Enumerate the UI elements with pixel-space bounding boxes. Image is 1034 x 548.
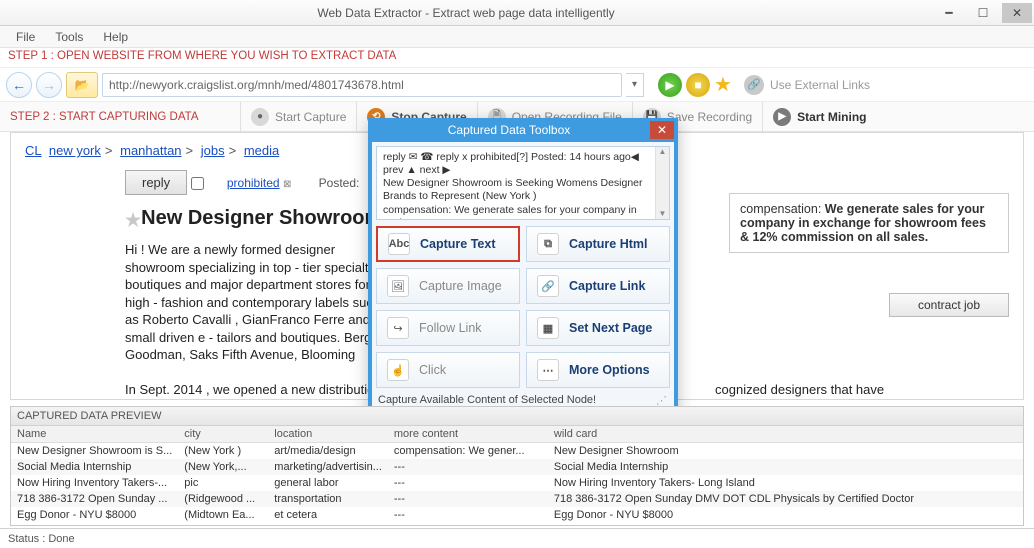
menubar: File Tools Help: [0, 26, 1034, 48]
table-row[interactable]: 718 386-3172 Open Sunday ...(Ridgewood .…: [11, 491, 1023, 507]
start-capture-button[interactable]: ●Start Capture: [240, 102, 356, 132]
click-icon: ☝: [387, 359, 409, 381]
url-input[interactable]: http://newyork.craigslist.org/mnh/med/48…: [102, 73, 622, 97]
minimize-button[interactable]: ━: [934, 3, 964, 23]
menu-file[interactable]: File: [6, 28, 45, 46]
stop-button[interactable]: ■: [686, 73, 710, 97]
preview-header: CAPTURED DATA PREVIEW: [11, 407, 1023, 426]
link-icon: 🔗: [537, 275, 559, 297]
text-icon: Abc: [388, 233, 410, 255]
col-wildcard[interactable]: wild card: [548, 426, 1023, 443]
captured-data-toolbox[interactable]: Captured Data Toolbox ✕ reply ✉ ☎ reply …: [368, 118, 678, 417]
reply-button[interactable]: reply: [125, 170, 187, 195]
capture-text-button[interactable]: AbcCapture Text: [376, 226, 520, 262]
image-icon: 🖼: [387, 275, 409, 297]
back-button[interactable]: ←: [6, 72, 32, 98]
follow-icon: ↪: [387, 317, 409, 339]
external-links-toggle[interactable]: 🔗 Use External Links: [736, 75, 878, 95]
bc-newyork[interactable]: new york: [49, 143, 101, 158]
prohibited-checkbox[interactable]: [191, 177, 204, 190]
open-folder-button[interactable]: 📂: [66, 72, 98, 98]
compensation-box: compensation: We generate sales for your…: [729, 193, 1009, 253]
follow-link-button[interactable]: ↪Follow Link: [376, 310, 520, 346]
capture-image-button[interactable]: 🖼Capture Image: [376, 268, 520, 304]
toolbox-header[interactable]: Captured Data Toolbox ✕: [368, 118, 678, 142]
toolbox-title: Captured Data Toolbox: [368, 123, 650, 137]
favorite-icon[interactable]: ★: [714, 72, 732, 97]
capture-html-button[interactable]: ⧉Capture Html: [526, 226, 670, 262]
bc-cl[interactable]: CL: [25, 143, 42, 158]
forward-button[interactable]: →: [36, 72, 62, 98]
maximize-button[interactable]: ☐: [968, 3, 998, 23]
bc-jobs[interactable]: jobs: [201, 143, 225, 158]
url-dropdown[interactable]: ▾: [626, 73, 644, 97]
col-name[interactable]: Name: [11, 426, 178, 443]
more-options-button[interactable]: ⋯More Options: [526, 352, 670, 388]
record-icon: ●: [251, 108, 269, 126]
set-next-page-button[interactable]: ▦Set Next Page: [526, 310, 670, 346]
toolbox-close-button[interactable]: ✕: [650, 121, 674, 139]
link-icon: 🔗: [744, 75, 764, 95]
external-links-label: Use External Links: [770, 78, 870, 92]
step1-label: STEP 1 : OPEN WEBSITE FROM WHERE YOU WIS…: [0, 48, 1034, 68]
col-location[interactable]: location: [268, 426, 388, 443]
captured-data-preview: CAPTURED DATA PREVIEW Name city location…: [10, 406, 1024, 526]
table-row[interactable]: Social Media Internship(New York,...mark…: [11, 459, 1023, 475]
start-mining-button[interactable]: ▶Start Mining: [762, 102, 876, 132]
mining-icon: ▶: [773, 108, 791, 126]
star-icon[interactable]: ★: [125, 210, 141, 230]
html-icon: ⧉: [537, 233, 559, 255]
bc-manhattan[interactable]: manhattan: [120, 143, 181, 158]
step2-label: STEP 2 : START CAPTURING DATA: [0, 111, 240, 123]
titlebar: Web Data Extractor - Extract web page da…: [0, 0, 1034, 26]
col-city[interactable]: city: [178, 426, 268, 443]
capture-link-button[interactable]: 🔗Capture Link: [526, 268, 670, 304]
menu-help[interactable]: Help: [93, 28, 138, 46]
nav-row: ← → 📂 http://newyork.craigslist.org/mnh/…: [0, 68, 1034, 102]
status-bar: Status : Done: [0, 528, 1034, 548]
close-button[interactable]: ✕: [1002, 3, 1032, 23]
toolbox-scrollbar[interactable]: [655, 147, 669, 219]
table-row[interactable]: New Designer Showroom is S...(New York )…: [11, 443, 1023, 460]
next-page-icon: ▦: [537, 317, 559, 339]
posted-label: Posted:: [319, 176, 360, 190]
window-title: Web Data Extractor - Extract web page da…: [0, 6, 932, 20]
more-icon: ⋯: [537, 359, 559, 381]
preview-table[interactable]: Name city location more content wild car…: [11, 426, 1023, 523]
prohibited-link[interactable]: prohibited: [227, 176, 280, 190]
col-more[interactable]: more content: [388, 426, 548, 443]
contract-job-button[interactable]: contract job: [889, 293, 1009, 317]
toolbox-preview-text[interactable]: reply ✉ ☎ reply x prohibited[?] Posted: …: [376, 146, 670, 220]
go-button[interactable]: ▶: [658, 73, 682, 97]
table-row[interactable]: Egg Donor - NYU $8000(Midtown Ea...et ce…: [11, 507, 1023, 523]
bc-media[interactable]: media: [244, 143, 279, 158]
menu-tools[interactable]: Tools: [45, 28, 93, 46]
click-button[interactable]: ☝Click: [376, 352, 520, 388]
table-row[interactable]: Now Hiring Inventory Takers-...picgenera…: [11, 475, 1023, 491]
